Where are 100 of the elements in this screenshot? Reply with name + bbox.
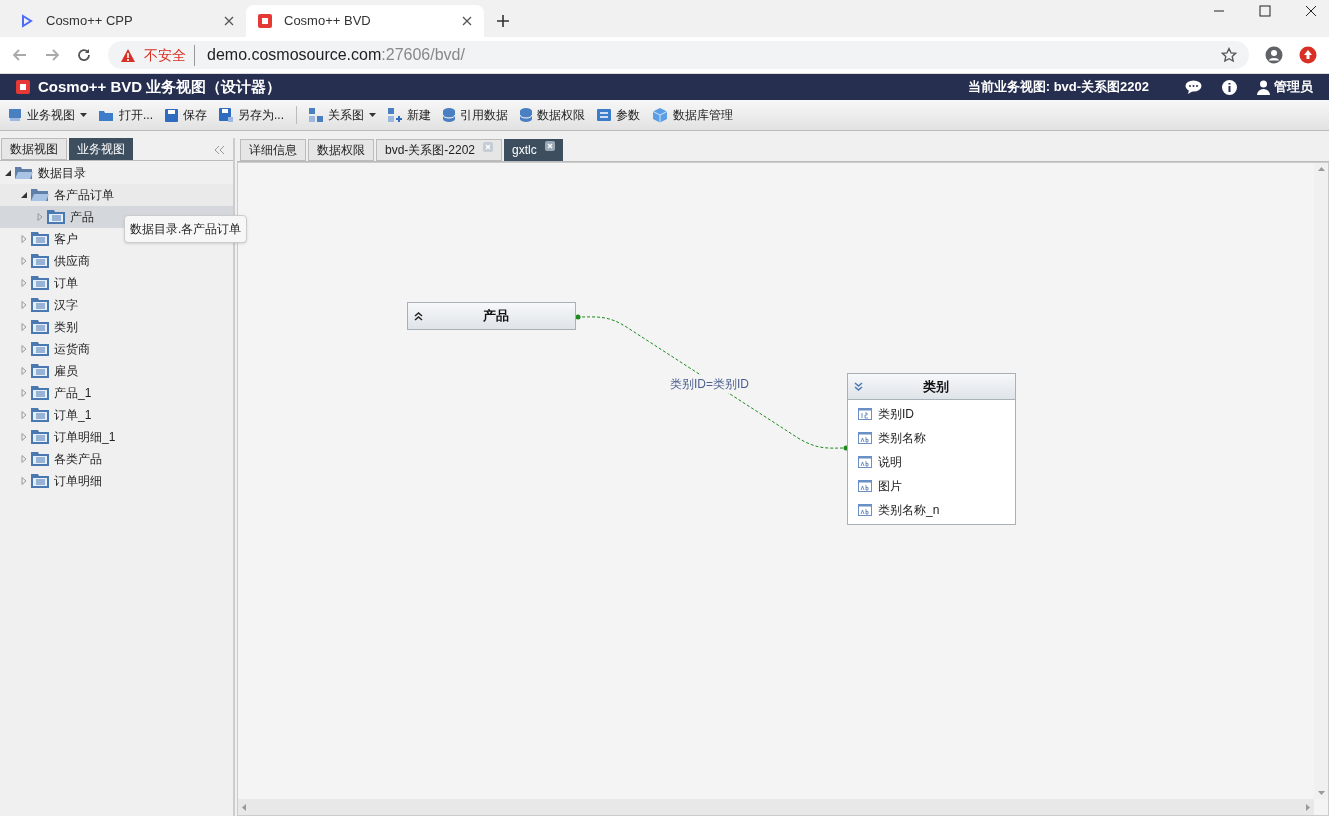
tab-title: Cosmo++ BVD (284, 12, 372, 31)
tree-label: 订单明细_1 (54, 429, 116, 446)
toolbar-icon (165, 108, 178, 122)
warning-icon (120, 47, 136, 63)
tree-label: 类别 (54, 319, 78, 336)
toolbar-button[interactable]: 引用数据 (443, 106, 509, 124)
tree-item[interactable]: 数据目录 (0, 162, 233, 184)
tree-item[interactable]: 订单_1 (0, 404, 233, 426)
toolbar-button[interactable]: 数据权限 (520, 106, 586, 124)
browser-tab[interactable]: Cosmo++ BVD (246, 5, 484, 37)
user-name[interactable]: 管理员 (1274, 77, 1313, 97)
tab-label: bvd-关系图-2202 (385, 142, 476, 159)
field-name: 类别名称_n (878, 502, 940, 519)
toolbar-icon (520, 108, 533, 122)
horizontal-scrollbar[interactable] (238, 799, 1314, 815)
toolbar-button[interactable]: 新建 (388, 106, 432, 124)
number-field-icon (858, 408, 872, 420)
text-field-icon (858, 480, 872, 492)
tree-item[interactable]: 供应商 (0, 250, 233, 272)
tree-item[interactable]: 订单明细_1 (0, 426, 233, 448)
forward-icon (44, 47, 60, 63)
new-tab-icon (496, 14, 510, 28)
update-icon (1299, 46, 1317, 64)
toolbar-button[interactable]: 业务视图 (8, 106, 87, 124)
tab-label: 数据权限 (317, 142, 365, 159)
collapsed-arrow-icon (20, 235, 28, 243)
scroll-right-icon[interactable] (1306, 803, 1310, 811)
tree-item[interactable]: 汉字 (0, 294, 233, 316)
relation-connector[interactable] (575, 314, 849, 451)
reload-icon (76, 47, 92, 63)
tree-label: 订单_1 (54, 407, 92, 424)
toolbar-button[interactable]: 数据库管理 (652, 106, 734, 124)
content-tab[interactable]: bvd-关系图-2202 (376, 139, 503, 161)
tab-title: Cosmo++ CPP (46, 12, 134, 31)
tree-item[interactable]: 雇员 (0, 360, 233, 382)
info-icon (1222, 79, 1237, 95)
content-tab[interactable]: 详细信息 (240, 139, 306, 161)
collapsed-arrow-icon (20, 345, 28, 353)
tree-label: 产品 (70, 209, 94, 226)
panel-tab[interactable]: 数据视图 (1, 138, 67, 160)
bookmark-star-icon (1221, 47, 1237, 63)
text-field-icon (858, 504, 872, 516)
tree-item[interactable]: 类别 (0, 316, 233, 338)
chat-icon (1185, 80, 1202, 94)
tree-label: 雇员 (54, 363, 78, 380)
scroll-left-icon[interactable] (242, 803, 246, 811)
tree-item[interactable]: 产品_1 (0, 382, 233, 404)
collapsed-arrow-icon (20, 411, 28, 419)
entity-title: 产品 (482, 307, 510, 326)
expanded-arrow-icon (20, 191, 28, 199)
address-bar[interactable]: 不安全 demo.cosmosource.com:27606/bvd/ (108, 41, 1249, 69)
collapse-panel-icon[interactable] (213, 145, 225, 155)
user-icon (1257, 79, 1270, 95)
security-warning: 不安全 (144, 44, 195, 66)
collapsed-arrow-icon (36, 213, 44, 221)
tree-label: 数据目录 (38, 165, 86, 182)
favicon-icon (258, 14, 272, 28)
profile-icon (1265, 46, 1283, 64)
toolbar-icon (309, 108, 324, 122)
field-name: 说明 (878, 454, 902, 471)
tab-label: 详细信息 (249, 142, 297, 159)
scroll-up-icon[interactable] (1317, 167, 1325, 171)
browser-tab[interactable]: Cosmo++ CPP (8, 5, 246, 37)
collapsed-arrow-icon (20, 389, 28, 397)
collapse-chevron-icon (854, 382, 863, 391)
collapsed-arrow-icon (20, 323, 28, 331)
tree-label: 运货商 (54, 341, 90, 358)
toolbar-button[interactable]: 打开... (99, 106, 153, 124)
toolbar-button[interactable]: 参数 (597, 106, 641, 124)
panel-tab[interactable]: 业务视图 (69, 138, 133, 160)
favicon-icon (20, 14, 34, 28)
collapsed-arrow-icon (20, 301, 28, 309)
tab-label: gxtlc (512, 142, 537, 159)
content-tab[interactable]: gxtlc (504, 139, 563, 161)
toolbar-button[interactable]: 另存为... (219, 106, 285, 124)
close-icon (1305, 5, 1317, 17)
collapsed-arrow-icon (20, 477, 28, 485)
tree-item[interactable]: 各产品订单 (0, 184, 233, 206)
toolbar-button[interactable]: 保存 (165, 106, 207, 124)
entity-box[interactable]: 产品 (407, 302, 576, 330)
expanded-arrow-icon (4, 169, 12, 177)
field-name: 类别ID (878, 406, 914, 423)
app-title: Cosmo++ BVD 业务视图（设计器） (38, 76, 283, 97)
scroll-down-icon[interactable] (1317, 791, 1325, 795)
collapsed-arrow-icon (20, 257, 28, 265)
field-name: 类别名称 (878, 430, 926, 447)
close-icon (462, 16, 472, 26)
text-field-icon (858, 432, 872, 444)
tree-item[interactable]: 订单 (0, 272, 233, 294)
tree-label: 各产品订单 (54, 187, 114, 204)
tree-item[interactable]: 各类产品 (0, 448, 233, 470)
toolbar-button[interactable]: 关系图 (309, 106, 377, 124)
close-tab-icon[interactable] (544, 141, 555, 151)
entity-title: 类别 (922, 377, 950, 396)
content-tab[interactable]: 数据权限 (308, 139, 374, 161)
vertical-scrollbar[interactable] (1314, 163, 1328, 799)
entity-box[interactable]: 类别 类别ID 类别名称 说明 图片 类别名称_n (847, 373, 1016, 525)
tree-item[interactable]: 订单明细 (0, 470, 233, 492)
relation-label: 类别ID=类别ID (670, 375, 749, 393)
tree-item[interactable]: 运货商 (0, 338, 233, 360)
